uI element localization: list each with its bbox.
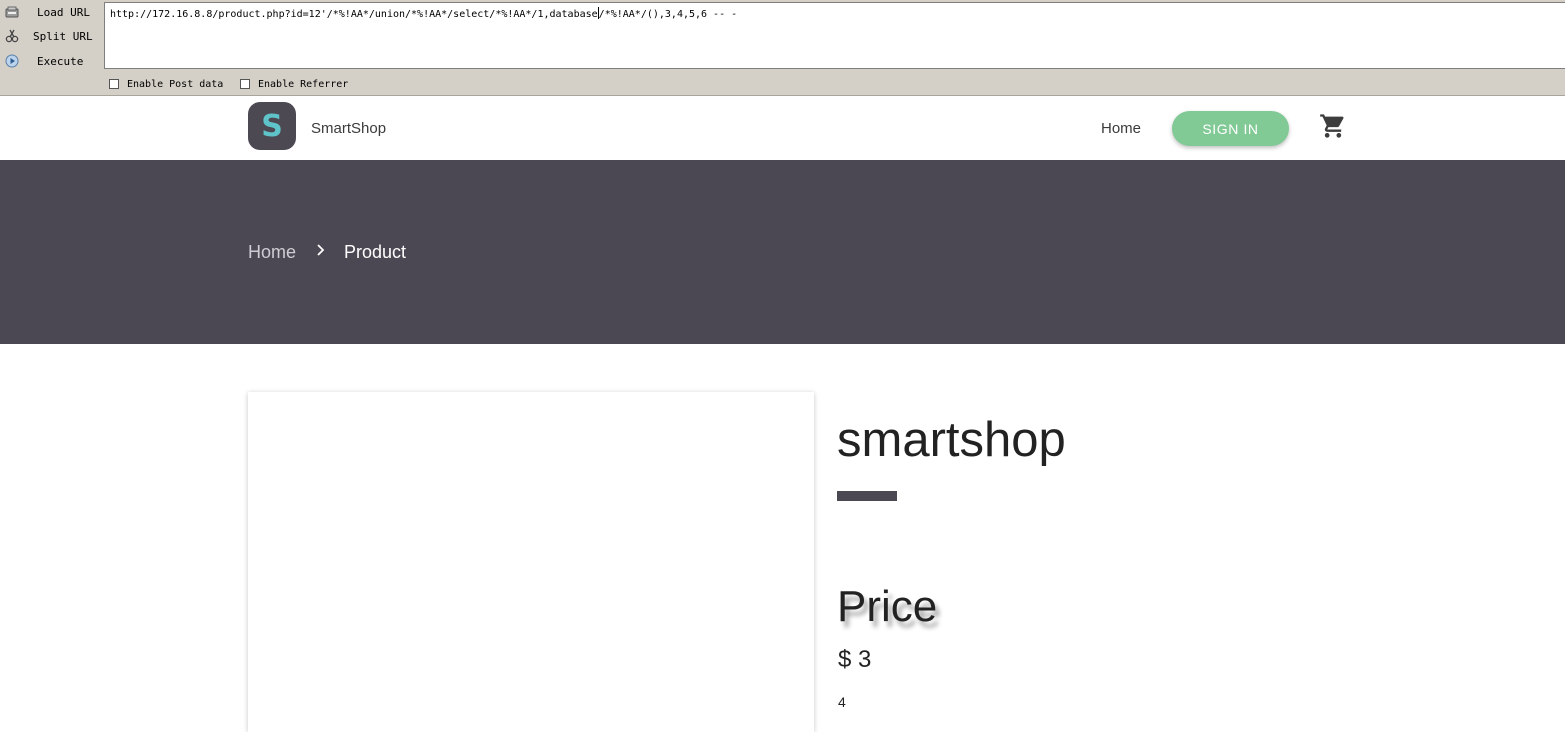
url-text-before-caret: http://172.16.8.8/product.php?id=12'/*%!… [110, 9, 598, 20]
product-image-card [248, 392, 814, 732]
split-url-button[interactable]: Split URL [0, 24, 104, 48]
enable-post-data-box[interactable] [109, 79, 119, 89]
execute-button[interactable]: Execute [0, 49, 104, 73]
url-text-after-caret: /*%!AA*/(),3,4,5,6 -- - [598, 9, 738, 20]
title-underline-bar [837, 491, 897, 501]
smartshop-logo[interactable]: S [248, 102, 296, 150]
enable-referrer-box[interactable] [240, 79, 250, 89]
enable-referrer-label: Enable Referrer [258, 78, 349, 90]
breadcrumb-home-link[interactable]: Home [248, 242, 296, 263]
price-heading: Price [837, 582, 938, 631]
execute-label: Execute [37, 54, 84, 68]
chevron-right-icon [315, 242, 327, 258]
nav-home-link[interactable]: Home [1101, 120, 1141, 137]
enable-post-data-label: Enable Post data [127, 78, 224, 90]
execute-icon [5, 54, 19, 68]
enable-post-data-checkbox[interactable]: Enable Post data [109, 77, 223, 91]
sign-in-button[interactable]: SIGN IN [1172, 111, 1289, 146]
sign-in-label: SIGN IN [1202, 120, 1259, 137]
hero-banner: Home Product [0, 160, 1565, 344]
breadcrumb-current: Product [344, 242, 407, 262]
load-url-button[interactable]: Load URL [0, 0, 104, 24]
scissors-icon [5, 29, 19, 43]
product-title: smartshop [837, 413, 1066, 467]
price-value: $ 3 [838, 646, 872, 673]
product-extra-value: 4 [838, 694, 846, 710]
load-url-label: Load URL [37, 5, 90, 19]
site-navbar: S SmartShop Home SIGN IN [0, 96, 1565, 160]
hackbar-toolbar: Load URL Split URL Execute http://172.16… [0, 0, 1565, 96]
logo-letter: S [261, 108, 283, 144]
load-url-icon [5, 5, 19, 19]
shopping-cart-icon[interactable] [1319, 112, 1347, 140]
brand-name[interactable]: SmartShop [311, 120, 386, 137]
split-url-label: Split URL [33, 29, 93, 43]
enable-referrer-checkbox[interactable]: Enable Referrer [240, 77, 348, 91]
url-textarea[interactable]: http://172.16.8.8/product.php?id=12'/*%!… [104, 2, 1565, 69]
